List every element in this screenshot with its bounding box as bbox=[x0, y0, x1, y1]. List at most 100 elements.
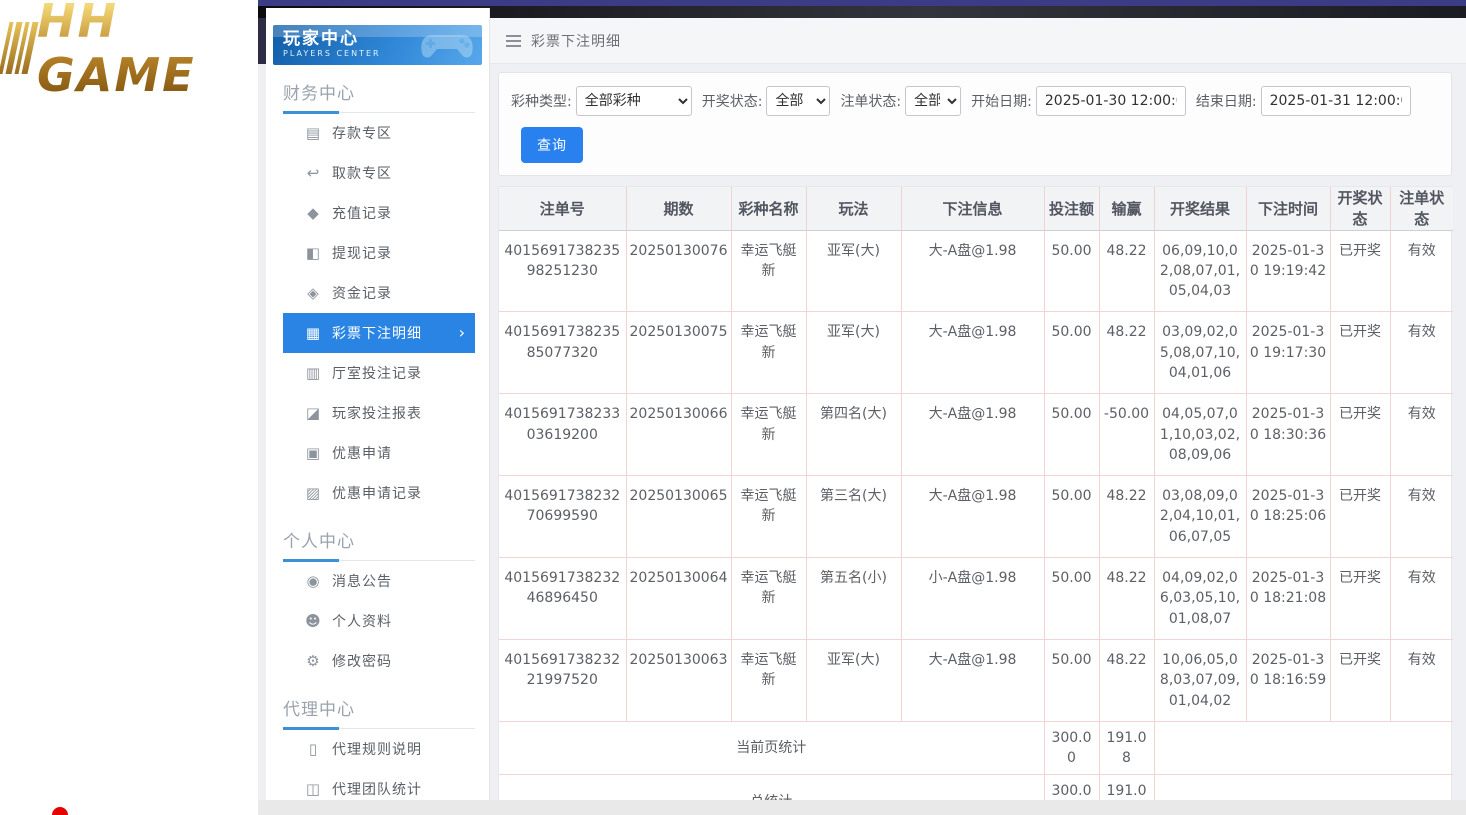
sidebar-item[interactable]: ◪ 玩家投注报表 bbox=[283, 393, 475, 433]
order-status-label: 注单状态: bbox=[840, 91, 901, 111]
password-icon: ⚙ bbox=[303, 652, 323, 670]
logo-text: HH GAME bbox=[37, 0, 258, 102]
sidebar-item[interactable]: ◈ 资金记录 bbox=[283, 273, 475, 313]
cell-lottery-name: 幸运飞艇新 bbox=[731, 639, 806, 721]
finance-menu: ▤ 存款专区 ↩ 取款专区 ◆ 充值记录 ◧ 提现记录 ◈ 资金记录 ▦ 彩票下… bbox=[266, 113, 489, 513]
cell-bet-amount: 50.00 bbox=[1044, 558, 1099, 640]
draw-status-select[interactable]: 全部 bbox=[766, 86, 830, 116]
cell-bet-time: 2025-01-30 18:21:08 bbox=[1246, 558, 1330, 640]
cell-bet-time: 2025-01-30 19:19:42 bbox=[1246, 230, 1330, 312]
panel-divider bbox=[258, 0, 266, 815]
summary-empty bbox=[1154, 721, 1453, 775]
sidebar-item-label: 存款专区 bbox=[332, 123, 392, 143]
cell-bet-info: 大-A盘@1.98 bbox=[901, 230, 1044, 312]
column-header: 注单号 bbox=[499, 187, 626, 230]
column-header: 期数 bbox=[626, 187, 731, 230]
cell-bet-info: 大-A盘@1.98 bbox=[901, 312, 1044, 394]
column-header: 下注时间 bbox=[1246, 187, 1330, 230]
sidebar-item[interactable]: ▥ 厅室投注记录 bbox=[283, 353, 475, 393]
withdraw-icon: ↩ bbox=[303, 164, 323, 182]
table-row: 401569173823598251230 20250130076 幸运飞艇新 … bbox=[499, 230, 1453, 312]
cell-play: 第五名(小) bbox=[806, 558, 901, 640]
cell-bet-time: 2025-01-30 18:16:59 bbox=[1246, 639, 1330, 721]
start-date-input[interactable] bbox=[1036, 86, 1186, 116]
withdraw-record-icon: ◧ bbox=[303, 244, 323, 262]
profile-icon: ☻ bbox=[303, 612, 323, 630]
cell-order-no: 401569173823246896450 bbox=[499, 558, 626, 640]
cell-bet-info: 小-A盘@1.98 bbox=[901, 558, 1044, 640]
start-date-label: 开始日期: bbox=[971, 91, 1032, 111]
sidebar-item-label: 个人资料 bbox=[332, 611, 392, 631]
sidebar-item[interactable]: ◧ 提现记录 bbox=[283, 233, 475, 273]
table-summary: 当前页统计 300.00 191.08 总统计 300.00 191.08 bbox=[499, 721, 1453, 800]
sidebar-item[interactable]: ◉ 消息公告 bbox=[283, 561, 475, 601]
cell-order-status: 有效 bbox=[1390, 394, 1453, 476]
cell-bet-time: 2025-01-30 18:25:06 bbox=[1246, 476, 1330, 558]
table-row: 401569173823270699590 20250130065 幸运飞艇新 … bbox=[499, 476, 1453, 558]
hall-bets-icon: ▥ bbox=[303, 364, 323, 382]
promo-apply-icon: ▣ bbox=[303, 444, 323, 462]
sidebar-item[interactable]: ◆ 充值记录 bbox=[283, 193, 475, 233]
announcements-icon: ◉ bbox=[303, 572, 323, 590]
cell-bet-info: 大-A盘@1.98 bbox=[901, 394, 1044, 476]
section-personal-label: 个人中心 bbox=[283, 527, 489, 552]
column-header: 玩法 bbox=[806, 187, 901, 230]
summary-row: 当前页统计 300.00 191.08 bbox=[499, 721, 1453, 775]
lottery-type-select[interactable]: 全部彩种 bbox=[576, 86, 692, 116]
cell-lottery-name: 幸运飞艇新 bbox=[731, 558, 806, 640]
cell-draw-status: 已开奖 bbox=[1330, 476, 1390, 558]
brand-logo: HH GAME bbox=[4, 18, 258, 78]
main-content: 彩票下注明细 彩种类型: 全部彩种 开奖状态: 全部 注单状态: 全部 开始日期… bbox=[490, 18, 1466, 800]
cell-order-no: 401569173823598251230 bbox=[499, 230, 626, 312]
cell-bet-amount: 50.00 bbox=[1044, 639, 1099, 721]
brand-panel: HH GAME bbox=[0, 0, 258, 815]
sidebar-item-label: 修改密码 bbox=[332, 651, 392, 671]
cell-bet-time: 2025-01-30 19:17:30 bbox=[1246, 312, 1330, 394]
cell-bet-time: 2025-01-30 18:30:36 bbox=[1246, 394, 1330, 476]
order-status-select[interactable]: 全部 bbox=[905, 86, 961, 116]
end-date-input[interactable] bbox=[1261, 86, 1411, 116]
sidebar-item[interactable]: ▣ 优惠申请 bbox=[283, 433, 475, 473]
sidebar-item[interactable]: ▤ 存款专区 bbox=[283, 113, 475, 153]
sidebar-item[interactable]: ▨ 优惠申请记录 bbox=[283, 473, 475, 513]
cell-draw-status: 已开奖 bbox=[1330, 312, 1390, 394]
cell-order-no: 401569173823270699590 bbox=[499, 476, 626, 558]
cell-lottery-name: 幸运飞艇新 bbox=[731, 230, 806, 312]
cell-order-status: 有效 bbox=[1390, 312, 1453, 394]
cell-winloss: 48.22 bbox=[1099, 558, 1154, 640]
column-header: 注单状态 bbox=[1390, 187, 1453, 230]
sidebar-subtitle: PLAYERS CENTER bbox=[283, 49, 472, 58]
cell-play: 亚军(大) bbox=[806, 312, 901, 394]
search-button[interactable]: 查询 bbox=[521, 127, 583, 163]
cell-order-status: 有效 bbox=[1390, 558, 1453, 640]
table-body: 401569173823598251230 20250130076 幸运飞艇新 … bbox=[499, 230, 1453, 721]
sidebar-item[interactable]: ☻ 个人资料 bbox=[283, 601, 475, 641]
sidebar-item[interactable]: ▦ 彩票下注明细 bbox=[283, 313, 475, 353]
sidebar-item-label: 优惠申请记录 bbox=[332, 483, 422, 503]
cell-play: 第三名(大) bbox=[806, 476, 901, 558]
sidebar-item[interactable]: ⚙ 修改密码 bbox=[283, 641, 475, 681]
table-row: 401569173823303619200 20250130066 幸运飞艇新 … bbox=[499, 394, 1453, 476]
cell-bet-info: 大-A盘@1.98 bbox=[901, 476, 1044, 558]
cell-period: 20250130075 bbox=[626, 312, 731, 394]
cell-winloss: 48.22 bbox=[1099, 312, 1154, 394]
recharge-record-icon: ◆ bbox=[303, 204, 323, 222]
bet-table-panel: 注单号期数彩种名称玩法下注信息投注额输赢开奖结果下注时间开奖状态注单状态 401… bbox=[498, 186, 1452, 800]
bottom-band bbox=[258, 800, 1466, 815]
cell-result: 03,08,09,02,04,10,01,06,07,05 bbox=[1154, 476, 1246, 558]
sidebar-item[interactable]: ▯ 代理规则说明 bbox=[283, 729, 475, 769]
column-header: 开奖结果 bbox=[1154, 187, 1246, 230]
agent-rules-icon: ▯ bbox=[303, 740, 323, 758]
cell-draw-status: 已开奖 bbox=[1330, 639, 1390, 721]
table-row: 401569173823221997520 20250130063 幸运飞艇新 … bbox=[499, 639, 1453, 721]
section-agent-label: 代理中心 bbox=[283, 695, 489, 720]
sidebar-item[interactable]: ◫ 代理团队统计 bbox=[283, 769, 475, 800]
hamburger-icon[interactable] bbox=[506, 35, 521, 47]
cell-play: 第四名(大) bbox=[806, 394, 901, 476]
page-title: 彩票下注明细 bbox=[531, 31, 621, 51]
sidebar-item-label: 玩家投注报表 bbox=[332, 403, 422, 423]
column-header: 下注信息 bbox=[901, 187, 1044, 230]
sidebar-item[interactable]: ↩ 取款专区 bbox=[283, 153, 475, 193]
player-report-icon: ◪ bbox=[303, 404, 323, 422]
summary-empty bbox=[1154, 775, 1453, 800]
